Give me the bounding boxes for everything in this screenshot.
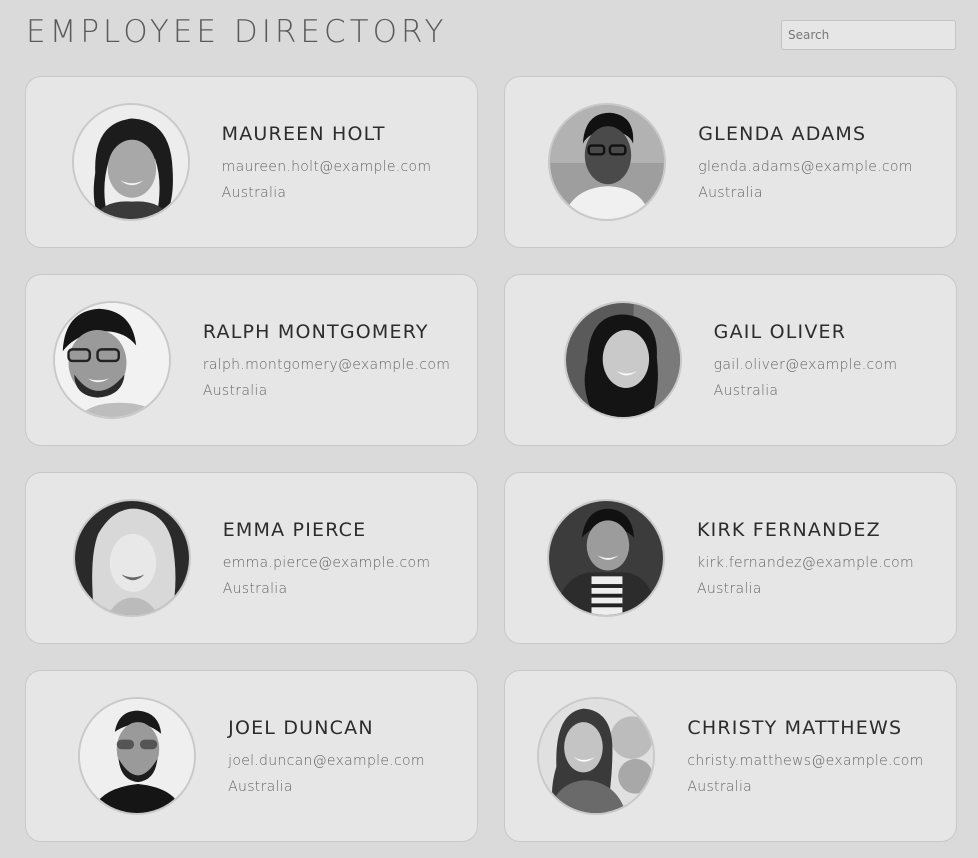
employee-info: RALPH MONTGOMERY ralph.montgomery@exampl… [203, 321, 450, 399]
person-photo-icon [539, 699, 654, 813]
employee-card[interactable]: EMMA PIERCE emma.pierce@example.com Aust… [25, 472, 478, 644]
employee-location: Australia [222, 581, 288, 597]
person-photo-icon [565, 303, 680, 417]
employee-name: CHRISTY MATTHEWS [687, 717, 903, 739]
employee-name: EMMA PIERCE [222, 519, 367, 541]
avatar [547, 499, 666, 617]
employee-name: RALPH MONTGOMERY [202, 321, 429, 343]
employee-email: ralph.montgomery@example.com [202, 357, 451, 373]
employee-email: glenda.adams@example.com [698, 159, 913, 175]
employee-card[interactable]: KIRK FERNANDEZ kirk.fernandez@example.co… [504, 472, 957, 644]
employee-location: Australia [202, 383, 268, 399]
employee-name: KIRK FERNANDEZ [697, 519, 881, 541]
header: EMPLOYEE DIRECTORY [26, 12, 956, 60]
employee-name: GAIL OLIVER [713, 321, 847, 343]
employee-location: Australia [713, 383, 779, 399]
employee-info: GAIL OLIVER gail.oliver@example.com Aust… [714, 321, 898, 399]
employee-grid: MAUREEN HOLT maureen.holt@example.com Au… [25, 76, 957, 842]
avatar [52, 301, 171, 419]
employee-email: emma.pierce@example.com [222, 555, 431, 571]
employee-email: christy.matthews@example.com [687, 753, 924, 769]
employee-email: maureen.holt@example.com [221, 159, 432, 175]
employee-card[interactable]: RALPH MONTGOMERY ralph.montgomery@exampl… [25, 274, 478, 446]
avatar [563, 301, 682, 419]
employee-location: Australia [228, 779, 293, 795]
employee-info: MAUREEN HOLT maureen.holt@example.com Au… [222, 123, 432, 201]
employee-email: joel.duncan@example.com [228, 753, 425, 769]
employee-info: GLENDA ADAMS glenda.adams@example.com Au… [698, 123, 912, 201]
avatar [537, 697, 656, 815]
person-photo-icon [80, 699, 195, 813]
person-photo-icon [74, 501, 189, 615]
employee-card[interactable]: CHRISTY MATTHEWS christy.matthews@exampl… [504, 670, 957, 842]
employee-location: Australia [697, 581, 762, 597]
search-input[interactable] [781, 20, 956, 50]
employee-info: EMMA PIERCE emma.pierce@example.com Aust… [223, 519, 431, 597]
person-photo-icon [54, 303, 169, 417]
person-photo-icon [73, 105, 188, 219]
employee-location: Australia [687, 779, 753, 795]
employee-name: GLENDA ADAMS [698, 123, 867, 145]
page-title: EMPLOYEE DIRECTORY [26, 14, 448, 50]
employee-info: KIRK FERNANDEZ kirk.fernandez@example.co… [697, 519, 914, 597]
employee-card[interactable]: GAIL OLIVER gail.oliver@example.com Aust… [504, 274, 957, 446]
employee-location: Australia [221, 185, 287, 201]
employee-email: gail.oliver@example.com [713, 357, 898, 373]
employee-info: JOEL DUNCAN joel.duncan@example.com Aust… [228, 717, 425, 795]
employee-directory-page: EMPLOYEE DIRECTORY MAUREEN HOLT maureen.… [0, 0, 978, 858]
employee-name: JOEL DUNCAN [228, 717, 374, 739]
employee-card[interactable]: GLENDA ADAMS glenda.adams@example.com Au… [504, 76, 957, 248]
avatar [72, 499, 191, 617]
avatar [71, 103, 190, 221]
person-photo-icon [550, 105, 665, 219]
employee-card[interactable]: JOEL DUNCAN joel.duncan@example.com Aust… [25, 670, 478, 842]
employee-email: kirk.fernandez@example.com [697, 555, 914, 571]
employee-location: Australia [698, 185, 763, 201]
employee-card[interactable]: MAUREEN HOLT maureen.holt@example.com Au… [25, 76, 478, 248]
employee-name: MAUREEN HOLT [221, 123, 386, 145]
avatar [78, 697, 197, 815]
avatar [548, 103, 667, 221]
person-photo-icon [549, 501, 664, 615]
employee-info: CHRISTY MATTHEWS christy.matthews@exampl… [687, 717, 923, 795]
